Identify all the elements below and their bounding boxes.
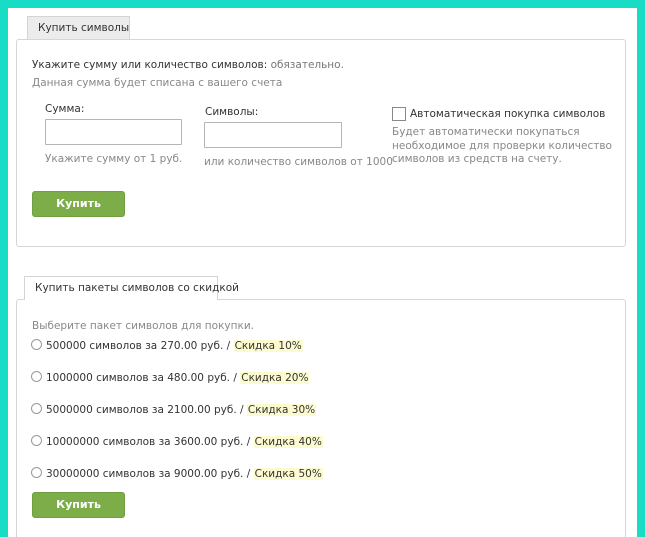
charge-note: Данная сумма будет списана с вашего счет… (32, 77, 283, 89)
package-separator: / (243, 436, 254, 448)
symbols-input[interactable] (204, 122, 342, 148)
package-option[interactable]: 1000000 символов за 480.00 руб. / Скидка… (31, 370, 310, 386)
radio-button[interactable] (31, 339, 42, 350)
package-separator: / (223, 340, 234, 352)
tab-buy-packages-label: Купить пакеты символов со скидкой (35, 282, 239, 294)
discount-badge: Скидка 20% (240, 372, 310, 384)
package-option[interactable]: 30000000 символов за 9000.00 руб. / Скид… (31, 466, 323, 482)
radio-button[interactable] (31, 467, 42, 478)
package-text: 30000000 символов за 9000.00 руб. (46, 468, 244, 480)
package-text: 1000000 символов за 480.00 руб. (46, 372, 231, 384)
radio-button[interactable] (31, 371, 42, 382)
required-note: обязательно. (267, 59, 344, 71)
auto-purchase-checkbox[interactable] (392, 107, 406, 121)
page-canvas: Купить символы Укажите сумму или количес… (8, 8, 637, 537)
auto-purchase-description: Будет автоматически покупаться необходим… (392, 126, 612, 167)
sum-hint: Укажите сумму от 1 руб. (45, 153, 183, 165)
buy-button[interactable]: Купить (32, 191, 125, 217)
radio-button[interactable] (31, 403, 42, 414)
tab-buy-symbols[interactable]: Купить символы (27, 16, 130, 40)
auto-purchase-label[interactable]: Автоматическая покупка символов (410, 108, 605, 120)
package-option[interactable]: 5000000 символов за 2100.00 руб. / Скидк… (31, 402, 317, 418)
symbols-field-label: Символы: (205, 106, 259, 118)
auto-purchase-description-line: необходимое для проверки количество (392, 139, 612, 152)
discount-badge: Скидка 10% (233, 340, 303, 352)
symbols-hint: или количество символов от 1000 (204, 156, 393, 168)
package-option[interactable]: 10000000 символов за 3600.00 руб. / Скид… (31, 434, 323, 450)
package-text: 5000000 символов за 2100.00 руб. (46, 404, 237, 416)
amount-required-label: Укажите сумму или количество символов: о… (32, 59, 344, 71)
package-prompt: Выберите пакет символов для покупки. (32, 320, 255, 332)
discount-badge: Скидка 50% (253, 468, 323, 480)
package-text: 10000000 символов за 3600.00 руб. (46, 436, 244, 448)
discount-badge: Скидка 30% (246, 404, 317, 416)
radio-button[interactable] (31, 435, 42, 446)
auto-purchase-description-line: Будет автоматически покупаться (392, 126, 580, 138)
sum-input[interactable] (45, 119, 182, 145)
package-separator: / (230, 372, 241, 384)
tab-buy-symbols-label: Купить символы (38, 22, 130, 34)
package-separator: / (243, 468, 254, 480)
buy-package-button[interactable]: Купить (32, 492, 125, 518)
auto-purchase-description-line: символов из средств на счету. (392, 153, 562, 165)
tab-buy-packages[interactable]: Купить пакеты символов со скидкой (24, 276, 239, 300)
sum-field-label: Сумма: (45, 103, 85, 115)
package-text: 500000 символов за 270.00 руб. (46, 340, 224, 352)
discount-badge: Скидка 40% (253, 436, 323, 448)
package-separator: / (236, 404, 247, 416)
package-option[interactable]: 500000 символов за 270.00 руб. / Скидка … (31, 338, 303, 354)
